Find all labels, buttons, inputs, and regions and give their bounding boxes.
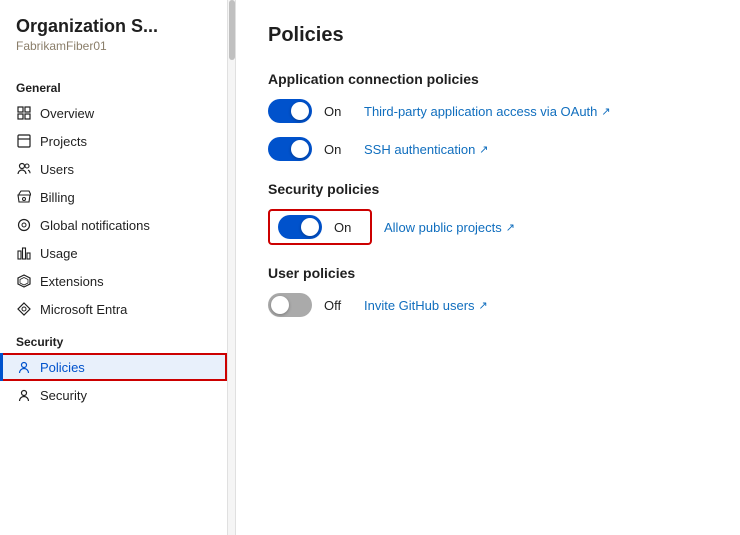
public-projects-description[interactable]: Allow public projects ↗	[384, 220, 515, 235]
extensions-label: Extensions	[40, 274, 104, 289]
policies-label: Policies	[40, 360, 85, 375]
ssh-link-icon: ↗	[479, 143, 488, 156]
usage-icon	[16, 245, 32, 261]
public-projects-toggle[interactable]	[278, 215, 322, 239]
public-projects-link-icon: ↗	[506, 221, 515, 234]
entra-label: Microsoft Entra	[40, 302, 127, 317]
github-users-link-icon: ↗	[479, 299, 488, 312]
sidebar: Organization S... FabrikamFiber01 Genera…	[0, 0, 228, 535]
policy-row-public-projects: On Allow public projects ↗	[268, 209, 708, 245]
sidebar-item-security[interactable]: Security	[0, 381, 227, 409]
sidebar-item-usage[interactable]: Usage	[0, 239, 227, 267]
policy-row-oauth: On Third-party application access via OA…	[268, 99, 708, 123]
policy-row-github-users: Off Invite GitHub users ↗	[268, 293, 708, 317]
billing-label: Billing	[40, 190, 75, 205]
notifications-label: Global notifications	[40, 218, 150, 233]
org-subtitle: FabrikamFiber01	[0, 39, 227, 69]
sidebar-item-policies[interactable]: Policies	[0, 353, 227, 381]
oauth-link-icon: ↗	[601, 105, 610, 118]
usage-label: Usage	[40, 246, 78, 261]
ssh-description[interactable]: SSH authentication ↗	[364, 142, 489, 157]
security-policies-heading: Security policies	[268, 181, 708, 197]
sidebar-item-overview[interactable]: Overview	[0, 99, 227, 127]
public-projects-highlight-box: On	[268, 209, 372, 245]
main-content: Policies Application connection policies…	[236, 0, 740, 535]
security-label: Security	[40, 388, 87, 403]
overview-icon	[16, 105, 32, 121]
overview-label: Overview	[40, 106, 94, 121]
sidebar-item-billing[interactable]: Billing	[0, 183, 227, 211]
oauth-state-label: On	[324, 104, 352, 119]
users-icon	[16, 161, 32, 177]
sidebar-item-microsoft-entra[interactable]: Microsoft Entra	[0, 295, 227, 323]
sidebar-item-users[interactable]: Users	[0, 155, 227, 183]
security-icon	[16, 387, 32, 403]
section-label-general: General	[0, 69, 227, 99]
github-users-description[interactable]: Invite GitHub users ↗	[364, 298, 488, 313]
projects-icon	[16, 133, 32, 149]
oauth-description[interactable]: Third-party application access via OAuth…	[364, 104, 611, 119]
user-policies-section: User policies Off Invite GitHub users ↗	[268, 265, 708, 317]
security-policies-section: Security policies On Allow public projec…	[268, 181, 708, 245]
app-connection-section: Application connection policies On Third…	[268, 71, 708, 161]
entra-icon	[16, 301, 32, 317]
app-connection-heading: Application connection policies	[268, 71, 708, 87]
github-users-toggle[interactable]	[268, 293, 312, 317]
org-title: Organization S...	[0, 16, 227, 39]
oauth-toggle[interactable]	[268, 99, 312, 123]
sidebar-item-projects[interactable]: Projects	[0, 127, 227, 155]
policies-icon	[16, 359, 32, 375]
policy-row-ssh: On SSH authentication ↗	[268, 137, 708, 161]
users-label: Users	[40, 162, 74, 177]
extensions-icon	[16, 273, 32, 289]
github-users-state-label: Off	[324, 298, 352, 313]
ssh-state-label: On	[324, 142, 352, 157]
sidebar-item-global-notifications[interactable]: Global notifications	[0, 211, 227, 239]
notifications-icon	[16, 217, 32, 233]
billing-icon	[16, 189, 32, 205]
public-projects-state-label: On	[334, 220, 362, 235]
page-title: Policies	[268, 24, 708, 47]
section-label-security: Security	[0, 323, 227, 353]
ssh-toggle[interactable]	[268, 137, 312, 161]
sidebar-item-extensions[interactable]: Extensions	[0, 267, 227, 295]
user-policies-heading: User policies	[268, 265, 708, 281]
projects-label: Projects	[40, 134, 87, 149]
